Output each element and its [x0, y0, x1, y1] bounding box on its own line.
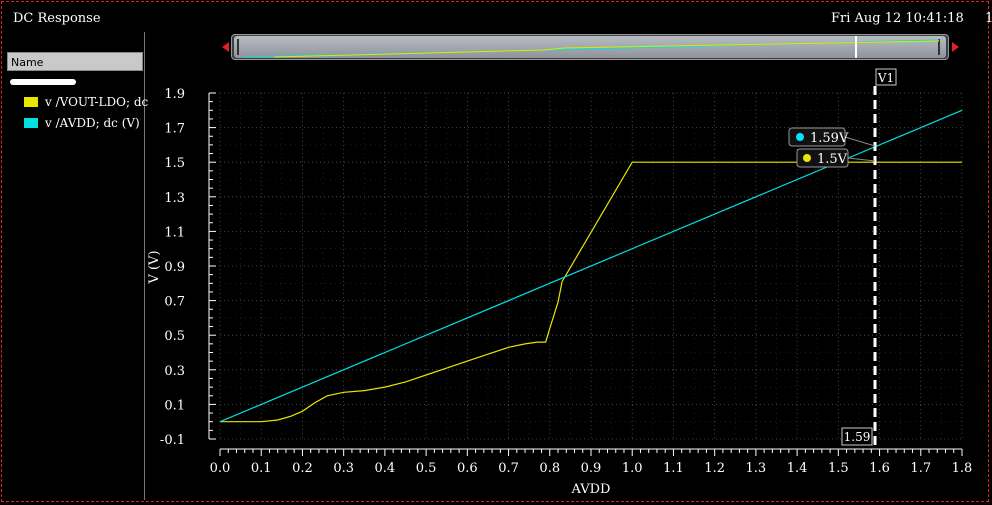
y-tick-label: 0.9	[164, 260, 185, 275]
y-tick-label: -0.1	[160, 433, 185, 448]
x-tick-label: 0.6	[457, 461, 478, 476]
y-tick-label: 0.5	[164, 329, 185, 344]
marker-label: 1.5V	[817, 152, 848, 167]
x-axis-label: AVDD	[571, 482, 611, 497]
marker-dot-icon	[796, 133, 804, 141]
y-tick-label: 1.7	[164, 122, 185, 137]
y-tick-label: 0.3	[164, 364, 185, 379]
marker-label: 1.59V	[810, 131, 849, 146]
x-tick-label: 0.2	[292, 461, 313, 476]
cursor-name: V1	[877, 71, 894, 85]
x-tick-label: 0.0	[210, 461, 231, 476]
chart-axes: 0.0 0.1 0.2 0.3 0.4 0.5 0.6 0.7 0.8 0.9 1.0 1.1 1.2 1…	[160, 87, 972, 476]
x-tick-label: 0.3	[333, 461, 354, 476]
y-tick-label: 0.1	[164, 398, 185, 413]
x-tick-label: 0.9	[581, 461, 602, 476]
x-tick-label: 1.5	[828, 461, 849, 476]
x-tick-label: 1.8	[952, 461, 973, 476]
x-tick-label: 1.3	[746, 461, 767, 476]
y-axis-label: V (V)	[147, 250, 162, 284]
y-tick-label: 1.1	[164, 225, 185, 240]
x-tick-label: 0.7	[498, 461, 519, 476]
marker-vout-ldo[interactable]: 1.5V	[796, 148, 849, 168]
y-tick-label: 1.3	[164, 191, 185, 206]
y-tick-label: 1.9	[164, 87, 185, 102]
marker-avdd[interactable]: 1.59V	[788, 127, 849, 147]
x-tick-label: 1.7	[910, 461, 931, 476]
x-tick-label: 1.1	[663, 461, 684, 476]
y-tick-label: 1.5	[164, 156, 185, 171]
x-tick-label: 1.6	[869, 461, 890, 476]
x-tick-label: 1.2	[704, 461, 725, 476]
x-tick-label: 0.5	[416, 461, 437, 476]
x-tick-label: 0.4	[375, 461, 396, 476]
x-tick-label: 0.1	[251, 461, 272, 476]
x-tick-label: 1.0	[622, 461, 643, 476]
x-tick-label: 1.4	[787, 461, 808, 476]
y-tick-label: 0.7	[164, 295, 185, 310]
x-tick-label: 0.8	[539, 461, 560, 476]
marker-dot-icon	[803, 154, 811, 162]
dc-response-chart[interactable]: 0.0 0.1 0.2 0.3 0.4 0.5 0.6 0.7 0.8 0.9 1.0 1.1 1.2 1…	[0, 0, 992, 505]
cursor-x-value: 1.59	[844, 430, 871, 444]
